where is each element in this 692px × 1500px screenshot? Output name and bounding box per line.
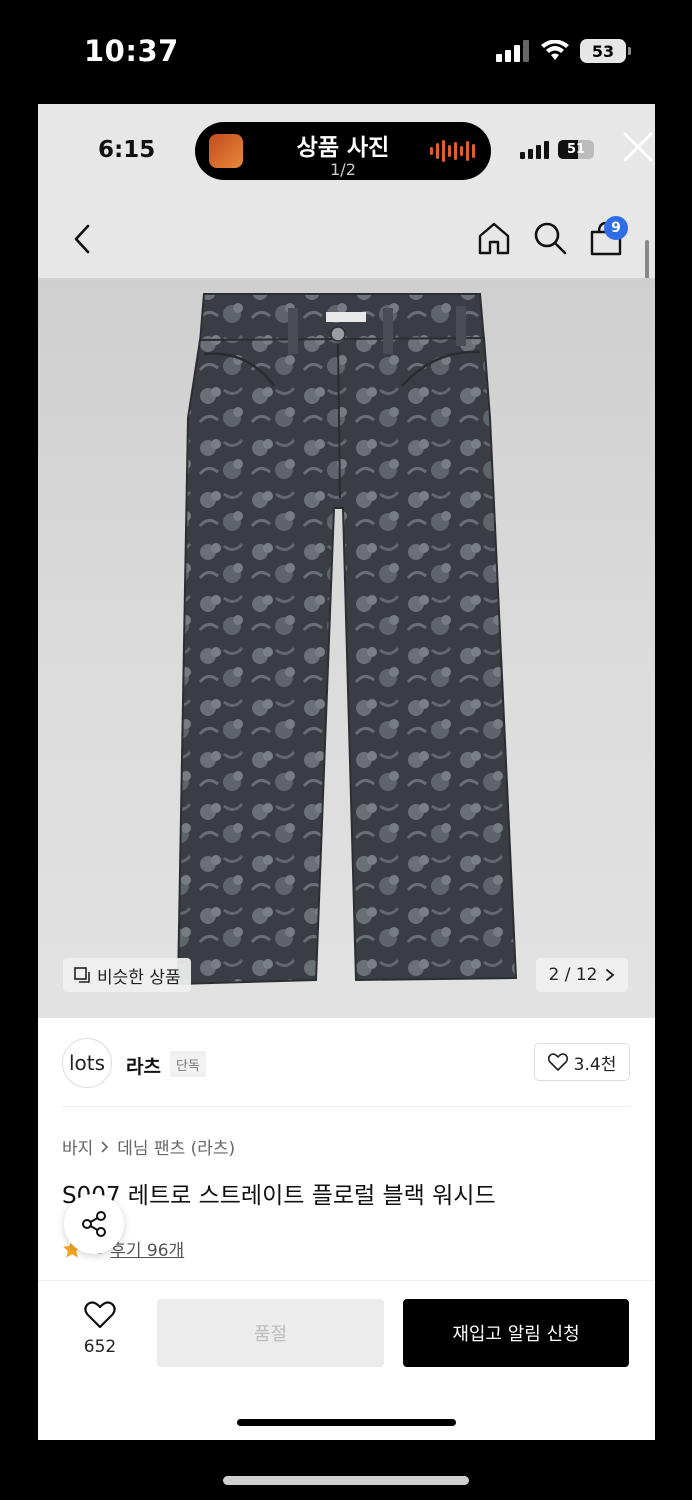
share-button[interactable] xyxy=(64,1194,124,1254)
brand-like-count: 3.4천 xyxy=(573,1054,617,1075)
dynamic-island[interactable]: 상품 사진 1/2 xyxy=(195,122,491,180)
outer-status-bar: 10:37 53 xyxy=(0,0,692,104)
brand-name[interactable]: 라츠 xyxy=(126,1052,161,1079)
breadcrumb: 바지 데님 팬츠 (라츠) xyxy=(62,1134,235,1159)
wishlist-button[interactable]: 652 xyxy=(76,1301,124,1357)
brand-row: lots 라츠 단독 3.4천 xyxy=(38,1018,655,1108)
inner-battery-icon: 51 xyxy=(558,140,594,159)
brand-logo[interactable]: lots xyxy=(62,1038,112,1088)
search-icon[interactable] xyxy=(532,220,568,256)
brand-logo-text: lots xyxy=(68,1051,106,1075)
chevron-right-icon xyxy=(606,969,615,981)
similar-products-label: 비슷한 상품 xyxy=(97,967,181,988)
product-image[interactable]: 비슷한 상품 2 / 12 xyxy=(38,278,655,1018)
outer-status-icons: 53 xyxy=(496,38,631,64)
inner-clock: 6:15 xyxy=(98,137,156,163)
inner-cellular-icon xyxy=(520,140,549,159)
image-counter-text: 2 / 12 xyxy=(548,965,598,985)
inner-status-icons: 51 xyxy=(520,140,594,159)
back-icon[interactable] xyxy=(68,222,96,256)
cellular-signal-icon xyxy=(496,40,529,62)
inner-header: 6:15 상품 사진 1/2 51 9 xyxy=(38,104,655,298)
inner-battery-level: 51 xyxy=(566,142,586,157)
share-icon xyxy=(82,1211,106,1237)
brand-like-button[interactable]: 3.4천 xyxy=(534,1043,630,1081)
review-count-link[interactable]: 후기 96개 xyxy=(110,1236,184,1261)
exclusive-tag: 단독 xyxy=(170,1051,206,1077)
home-icon[interactable] xyxy=(476,220,512,256)
inner-home-indicator[interactable] xyxy=(237,1419,456,1426)
close-icon[interactable] xyxy=(621,130,655,164)
restock-alert-button[interactable]: 재입고 알림 신청 xyxy=(403,1299,629,1367)
wishlist-count: 652 xyxy=(83,1337,117,1357)
heart-icon xyxy=(547,1053,568,1071)
similar-items-icon xyxy=(74,967,90,983)
home-indicator[interactable] xyxy=(223,1476,469,1485)
image-counter-button[interactable]: 2 / 12 xyxy=(536,958,628,992)
bottom-action-bar: 652 품절 재입고 알림 신청 xyxy=(38,1280,655,1440)
breadcrumb-subcategory[interactable]: 데님 팬츠 (라츠) xyxy=(117,1134,235,1159)
similar-products-button[interactable]: 비슷한 상품 xyxy=(63,958,191,992)
outer-battery-icon: 53 xyxy=(580,39,631,63)
screenshot-viewer: 6:15 상품 사진 1/2 51 9 비슷한 상품 2 / 12 lots 라… xyxy=(38,104,655,1440)
viewer-counter: 1/2 xyxy=(330,160,356,179)
audio-waveform-icon xyxy=(430,140,475,162)
heart-icon xyxy=(84,1301,116,1329)
soldout-button[interactable]: 품절 xyxy=(157,1299,384,1367)
jeans-image xyxy=(176,293,518,986)
divider xyxy=(62,1106,631,1107)
wifi-icon xyxy=(541,40,569,60)
chevron-right-icon xyxy=(101,1140,109,1153)
outer-battery-level: 53 xyxy=(591,41,615,61)
product-title: S007 레트로 스트레이트 플로럴 블랙 워시드 xyxy=(62,1183,496,1209)
outer-clock: 10:37 xyxy=(84,34,179,68)
cart-count-badge: 9 xyxy=(604,216,628,240)
breadcrumb-category[interactable]: 바지 xyxy=(62,1134,93,1159)
